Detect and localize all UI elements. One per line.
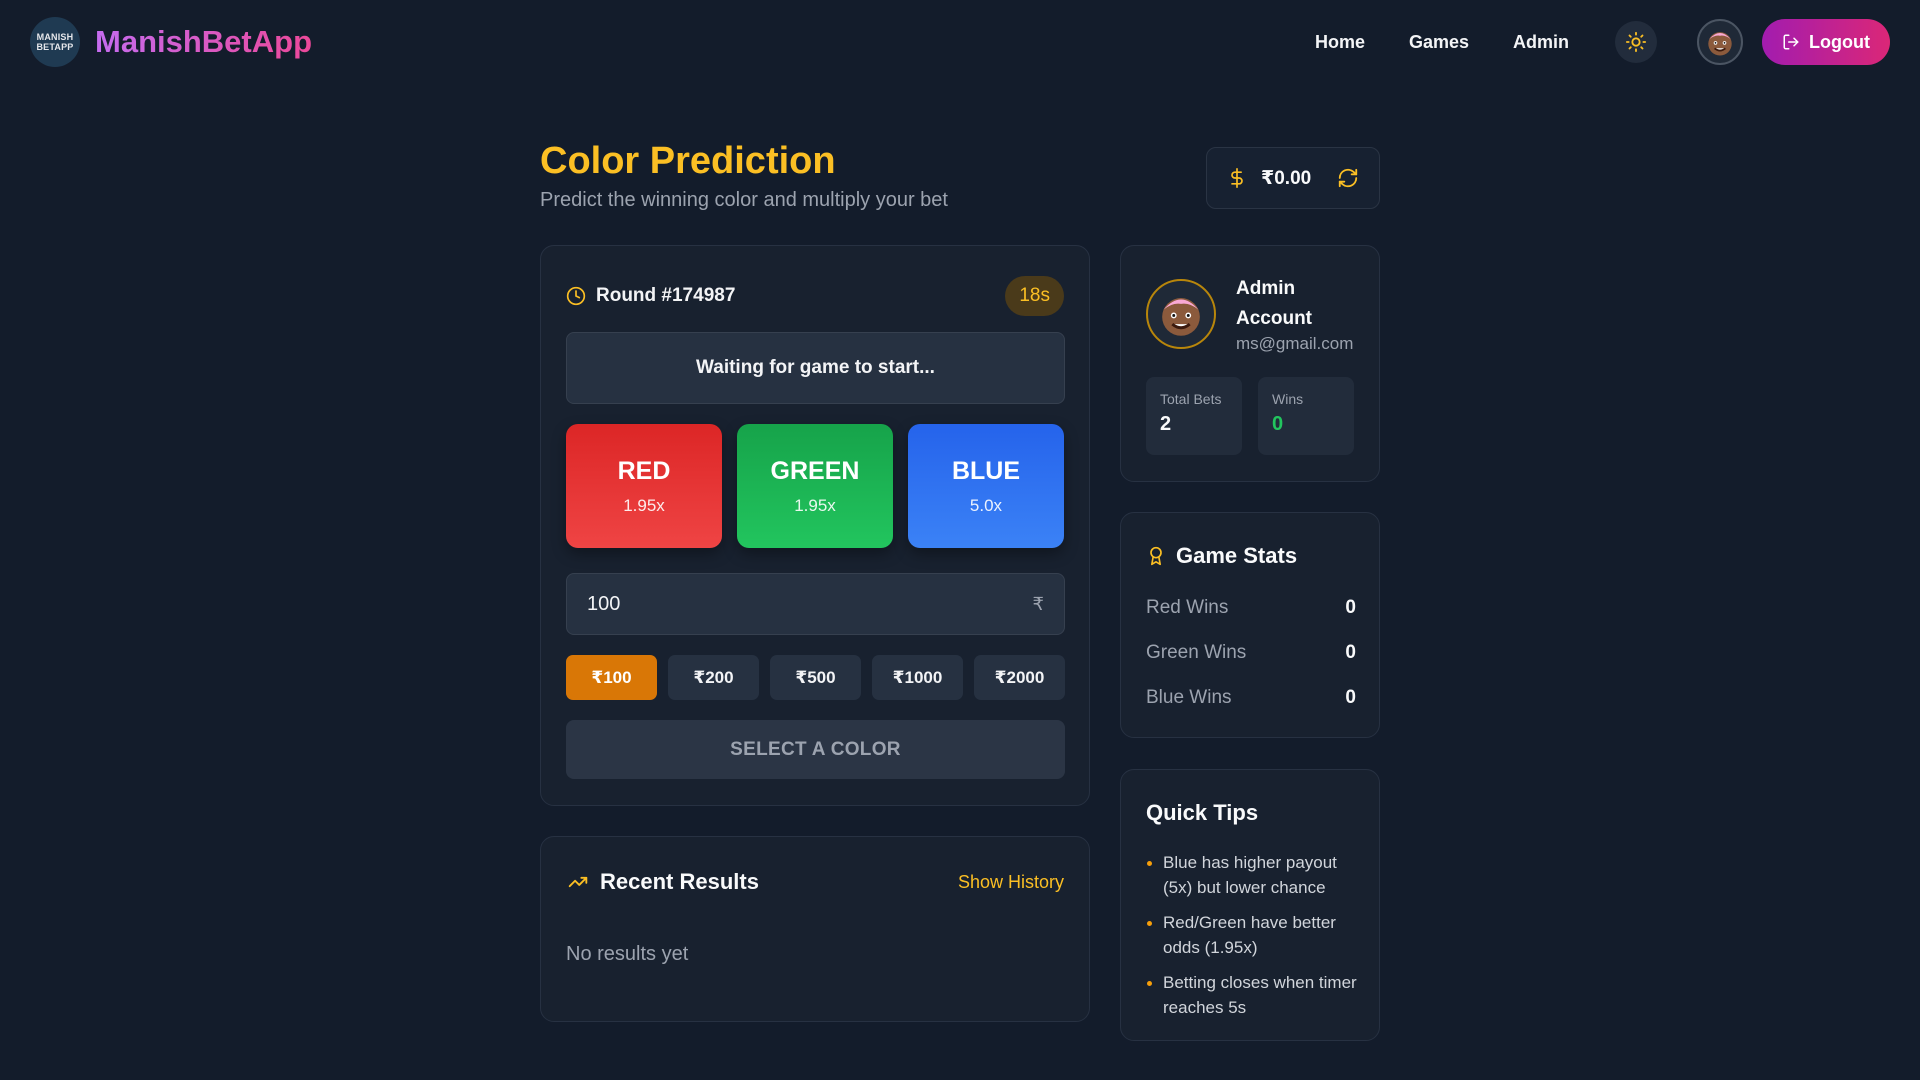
quick-tips-card: Quick Tips Blue has higher payout (5x) b… <box>1120 769 1380 1041</box>
total-bets-stat: Total Bets 2 <box>1146 377 1242 455</box>
nav-home[interactable]: Home <box>1315 32 1365 53</box>
no-results-text: No results yet <box>566 943 689 965</box>
color-blue-button[interactable]: BLUE 5.0x <box>908 424 1064 548</box>
color-name: BLUE <box>951 456 1021 485</box>
nav-admin[interactable]: Admin <box>1513 32 1569 53</box>
quick-amount-200-button[interactable]: ₹200 <box>668 655 759 700</box>
show-history-link[interactable]: Show History <box>958 872 1064 893</box>
stat-label: Blue Wins <box>1146 687 1232 708</box>
total-bets-value: 2 <box>1160 413 1172 435</box>
wins-label: Wins <box>1272 391 1304 407</box>
color-multiplier: 1.95x <box>623 495 665 515</box>
brand-name[interactable]: ManishBetApp <box>95 24 312 60</box>
stat-row-blue: Blue Wins 0 <box>1146 687 1356 709</box>
avatar-face-icon <box>1708 32 1732 56</box>
page-title: Color Prediction <box>540 140 836 182</box>
clock-icon <box>566 286 586 306</box>
color-name: RED <box>617 456 671 485</box>
quick-amounts: ₹100 ₹200 ₹500 ₹1000 ₹2000 <box>566 655 1065 700</box>
game-stats-card: Game Stats Red Wins 0 Green Wins 0 Blue … <box>1120 512 1380 738</box>
round-header: Round #174987 18s <box>566 276 1064 316</box>
quick-tips-title: Quick Tips <box>1146 800 1259 825</box>
award-icon <box>1150 546 1162 566</box>
refresh-icon[interactable] <box>1337 167 1359 189</box>
rupee-suffix: ₹ <box>1032 593 1044 614</box>
navbar: MANISH BETAPP ManishBetApp Home Games Ad… <box>0 0 1920 84</box>
theme-toggle-button[interactable] <box>1615 21 1658 63</box>
color-red-button[interactable]: RED 1.95x <box>566 424 722 548</box>
stat-row-red: Red Wins 0 <box>1146 597 1356 619</box>
tips-list: Blue has higher payout (5x) but lower ch… <box>1146 850 1361 1030</box>
wins-value: 0 <box>1272 413 1284 435</box>
logout-icon <box>1783 34 1799 50</box>
tip-item: Red/Green have better odds (1.95x) <box>1146 910 1361 960</box>
profile-avatar <box>1146 279 1216 349</box>
place-bet-button[interactable]: SELECT A COLOR <box>566 720 1065 779</box>
balance-display: ₹0.00 <box>1206 147 1380 209</box>
stat-value: 0 <box>1345 687 1356 708</box>
stat-label: Red Wins <box>1146 597 1229 618</box>
bet-amount-field: ₹ <box>566 573 1065 635</box>
color-multiplier: 5.0x <box>969 495 1003 515</box>
profile-name: Admin Account <box>1236 278 1312 329</box>
stat-value: 0 <box>1345 642 1356 663</box>
trending-up-icon <box>568 876 588 888</box>
stat-value: 0 <box>1345 597 1356 618</box>
recent-results-card: Recent Results Show History No results y… <box>540 836 1090 1022</box>
quick-amount-500-button[interactable]: ₹500 <box>770 655 861 700</box>
stat-label: Green Wins <box>1146 642 1247 663</box>
balance-value: ₹0.00 <box>1261 167 1312 189</box>
brand-logo: MANISH BETAPP <box>30 17 80 67</box>
game-stats-title: Game Stats <box>1176 543 1298 568</box>
logo-text-line2: BETAPP <box>36 42 74 52</box>
dollar-icon <box>1231 168 1243 188</box>
wins-stat: Wins 0 <box>1258 377 1354 455</box>
results-title: Recent Results <box>600 869 759 894</box>
page-subtitle: Predict the winning color and multiply y… <box>540 189 948 211</box>
color-name: GREEN <box>770 456 860 485</box>
logo-text-line1: MANISH <box>36 32 74 42</box>
total-bets-label: Total Bets <box>1160 391 1222 407</box>
nav-games[interactable]: Games <box>1409 32 1469 53</box>
quick-amount-1000-button[interactable]: ₹1000 <box>872 655 963 700</box>
timer-badge: 18s <box>1005 276 1064 316</box>
quick-amount-100-button[interactable]: ₹100 <box>566 655 657 700</box>
game-stats-header: Game Stats <box>1146 543 1297 569</box>
game-status: Waiting for game to start... <box>566 332 1065 404</box>
tip-item: Betting closes when timer reaches 5s <box>1146 970 1361 1020</box>
logout-button[interactable]: Logout <box>1762 19 1890 65</box>
bet-amount-input[interactable] <box>587 592 1033 616</box>
color-multiplier: 1.95x <box>794 495 836 515</box>
profile-card: Admin Account ms@gmail.com Total Bets 2 … <box>1120 245 1380 482</box>
color-green-button[interactable]: GREEN 1.95x <box>737 424 893 548</box>
stat-row-green: Green Wins 0 <box>1146 642 1356 664</box>
game-card: Round #174987 18s Waiting for game to st… <box>540 245 1090 806</box>
nav-links: Home Games Admin Logout <box>1271 19 1890 65</box>
profile-email: ms@gmail.com <box>1236 334 1354 353</box>
brand[interactable]: MANISH BETAPP ManishBetApp <box>30 17 312 67</box>
round-label: Round #174987 <box>596 285 736 306</box>
logout-label: Logout <box>1809 31 1870 52</box>
avatar-face-icon <box>1162 298 1200 336</box>
tip-item: Blue has higher payout (5x) but lower ch… <box>1146 850 1361 900</box>
user-avatar[interactable] <box>1697 19 1744 65</box>
quick-amount-2000-button[interactable]: ₹2000 <box>974 655 1065 700</box>
sun-icon <box>1625 31 1647 53</box>
results-header: Recent Results Show History <box>566 867 1064 897</box>
